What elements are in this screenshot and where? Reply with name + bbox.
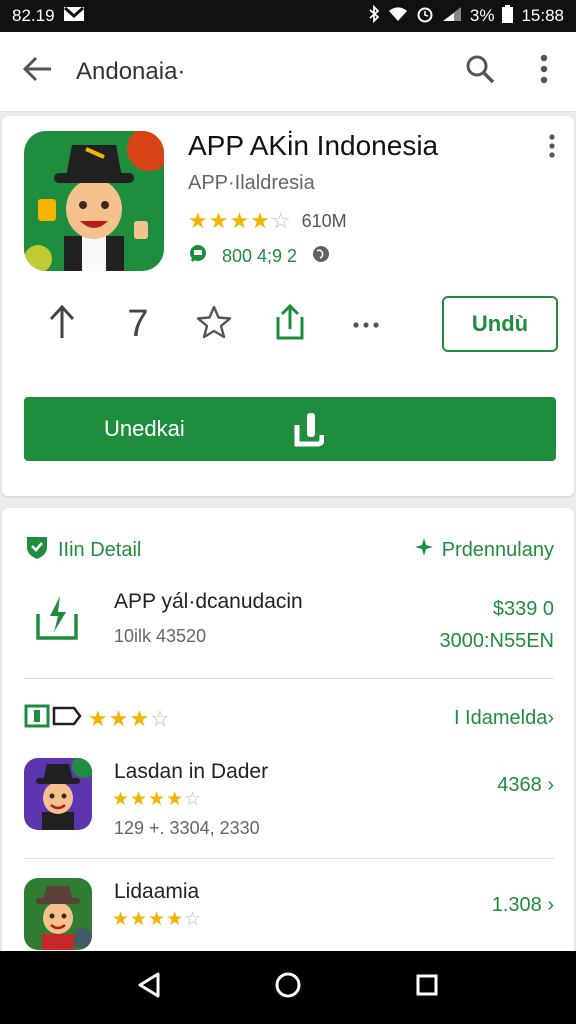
status-time-right: 15:88 — [521, 6, 564, 25]
info-text: 800 4;9 2 — [222, 246, 298, 266]
thumbs-up-icon — [294, 411, 325, 453]
arrow-back-icon — [22, 56, 53, 87]
detail-subtitle: 10ilk 43520 — [114, 626, 207, 646]
detail-row[interactable]: APP yál·dcanudacin 10ilk 43520 $339 0 30… — [24, 584, 554, 664]
nav-recents-button[interactable] — [397, 958, 457, 1018]
share-button[interactable] — [252, 296, 328, 352]
triangle-back-icon — [136, 971, 162, 1004]
divider — [24, 858, 554, 859]
more-horiz-icon — [353, 315, 379, 333]
item-avatar — [24, 758, 92, 830]
list-header-link[interactable]: I Idamelda› — [454, 707, 554, 730]
list-item[interactable]: Lasdan in Dader ★★★★☆ 129 +. 3304, 2330 … — [24, 758, 554, 858]
status-time-left: 82.19 — [12, 6, 55, 25]
shield-icon — [24, 534, 50, 566]
nav-home-button[interactable] — [258, 958, 318, 1018]
more-vert-icon — [548, 134, 556, 162]
more-vert-icon — [540, 54, 548, 89]
item-avatar — [24, 878, 92, 950]
action-row: 7 Undù — [24, 296, 558, 352]
globe-icon — [311, 244, 331, 269]
item-stars: ★★★★☆ — [112, 789, 203, 810]
signal-icon — [442, 6, 462, 27]
circle-home-icon — [274, 971, 302, 1004]
detail-price-secondary: 3000:N55EN — [439, 630, 554, 652]
search-button[interactable] — [448, 32, 512, 112]
overflow-menu-button[interactable] — [512, 32, 576, 112]
star-outline-icon — [196, 305, 232, 344]
message-icon — [188, 244, 208, 269]
download-box-icon — [34, 592, 80, 647]
detail-price: $339 0 — [492, 598, 554, 620]
divider — [24, 678, 554, 679]
battery-icon — [502, 4, 514, 28]
bluetooth-icon — [368, 4, 380, 28]
category-icon — [24, 704, 82, 733]
list-header: ★★★☆ I Idamelda› — [24, 704, 554, 733]
back-button[interactable] — [0, 32, 76, 112]
rating-count: 610M — [301, 210, 347, 231]
nav-back-button[interactable] — [119, 958, 179, 1018]
install-button-label: Unedkai — [104, 416, 185, 441]
more-actions-button[interactable] — [328, 296, 404, 352]
list-header-stars: ★★★☆ — [88, 705, 171, 731]
card-overflow-button[interactable] — [548, 134, 556, 163]
upvote-button[interactable] — [24, 296, 100, 352]
battery-percent: 3% — [469, 6, 495, 25]
detail-section-link[interactable]: Prdennulany — [414, 537, 554, 563]
system-nav-bar — [0, 951, 576, 1024]
item-price: 4368 › — [497, 774, 554, 796]
developer-name[interactable]: APP·Ilaldresia — [188, 172, 315, 195]
gmail-icon — [63, 6, 85, 27]
square-recents-icon — [415, 973, 439, 1002]
arrow-up-icon — [48, 304, 76, 345]
item-name: Lasdan in Dader — [114, 760, 269, 783]
app-info-card: APP AKi̇n Indonesia APP·Ilaldresia ★★★★☆… — [2, 116, 574, 496]
detail-section-link-label: Prdennulany — [441, 538, 554, 561]
sparkle-icon — [414, 537, 434, 563]
vote-count: 7 — [127, 302, 149, 345]
search-icon — [464, 53, 496, 90]
info-row: 800 4;9 2 — [188, 244, 331, 269]
detail-section-header: IIin Detail Prdennulany — [24, 534, 554, 566]
rating-stars: ★★★★☆ — [188, 208, 292, 233]
wifi-icon — [388, 6, 408, 27]
item-meta: 129 +. 3304, 2330 — [114, 818, 260, 838]
install-button[interactable]: Unedkai — [24, 397, 556, 461]
status-bar: 82.19 3% 15:88 — [0, 0, 576, 32]
app-name: APP AKi̇n Indonesia — [188, 130, 439, 161]
alarm-icon — [416, 5, 434, 28]
share-icon — [273, 303, 307, 346]
item-name: Lidaamia — [114, 880, 200, 903]
app-bar-title: Andonaia· — [76, 57, 186, 85]
item-price: 1.308 › — [491, 894, 554, 916]
details-card: IIin Detail Prdennulany APP yál·dcanudac… — [2, 508, 574, 958]
detail-title: APP yál·dcanudacin — [114, 590, 303, 613]
wishlist-button[interactable] — [176, 296, 252, 352]
item-stars: ★★★★☆ — [112, 909, 203, 930]
rating-row: ★★★★☆ 610M — [188, 208, 347, 234]
detail-section-title: IIin Detail — [58, 538, 142, 561]
app-bar: Andonaia· — [0, 32, 576, 112]
app-icon[interactable] — [24, 131, 164, 271]
secondary-install-button[interactable]: Undù — [442, 296, 558, 352]
